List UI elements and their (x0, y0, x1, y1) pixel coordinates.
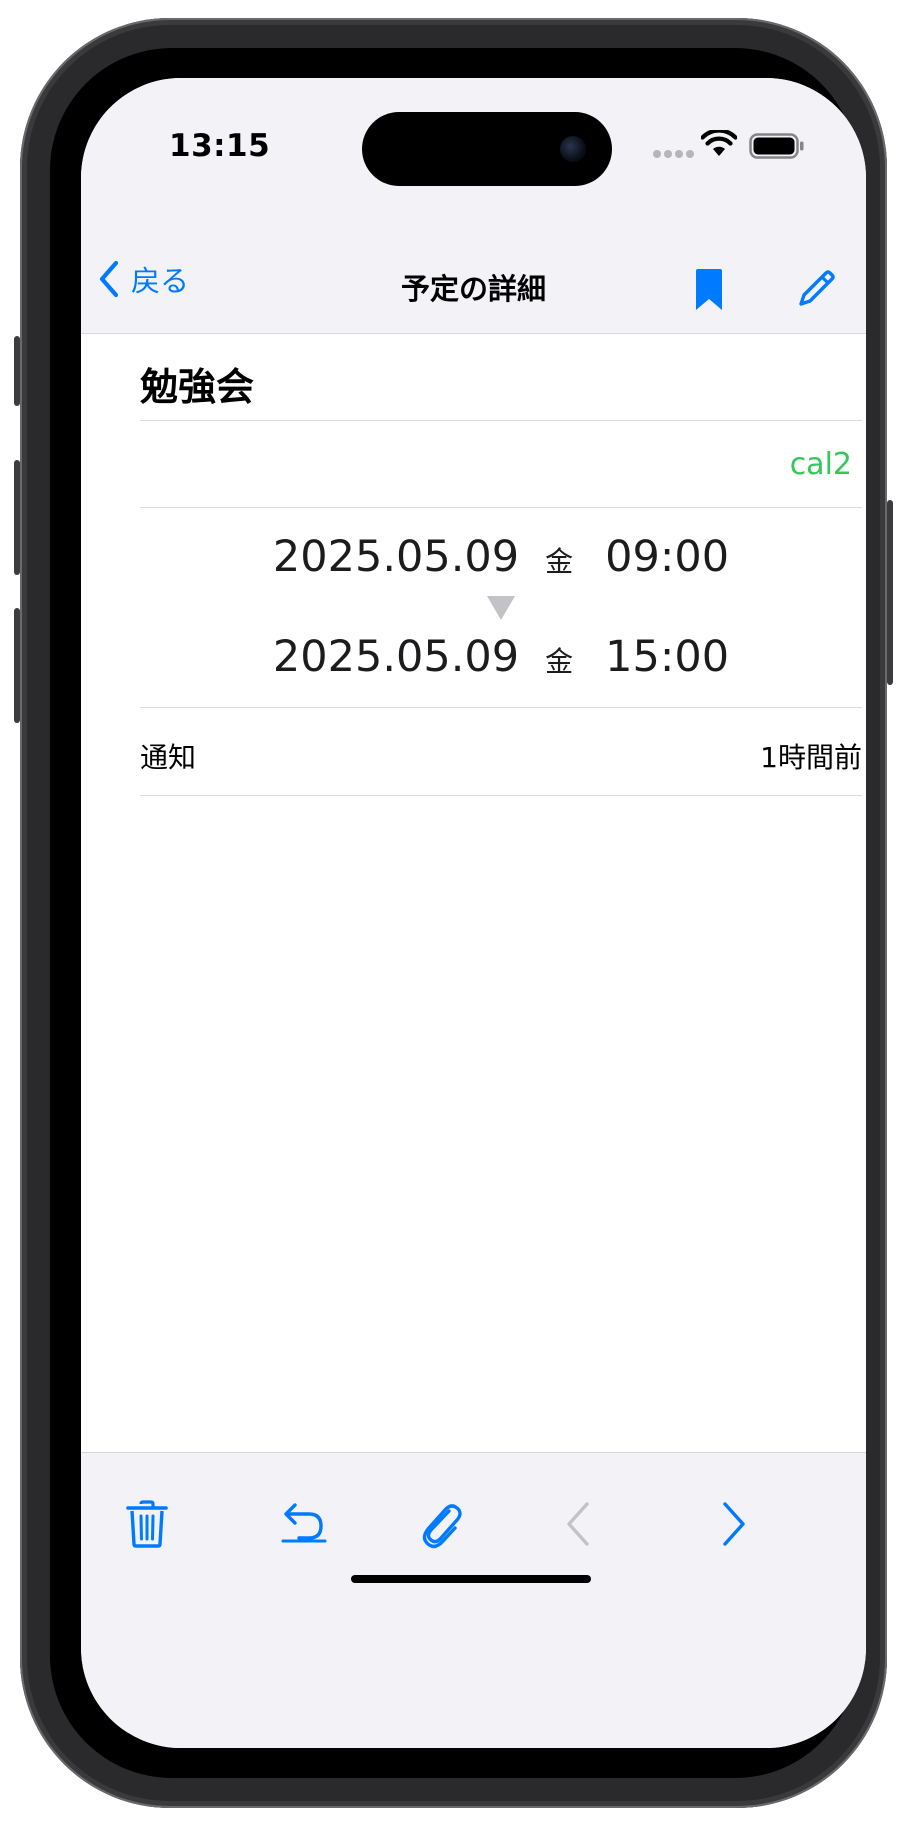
bottom-toolbar (81, 1452, 866, 1748)
next-button[interactable] (717, 1499, 751, 1553)
undo-button[interactable] (281, 1499, 327, 1549)
end-date: 2025.05.09 (272, 632, 520, 682)
camera-icon (560, 136, 586, 162)
action-button (14, 336, 20, 406)
notification-label: 通知 (140, 741, 197, 774)
wifi-icon (701, 130, 737, 156)
notification-value: 1時間前 (760, 741, 862, 774)
chevron-right-icon (723, 1502, 745, 1546)
arrow-down-icon (487, 596, 515, 620)
notification-row[interactable]: 通知 1時間前 (140, 708, 862, 796)
dynamic-island (362, 112, 612, 186)
edit-button[interactable] (797, 268, 837, 312)
start-date: 2025.05.09 (272, 532, 520, 582)
trash-icon (126, 1500, 168, 1548)
delete-button[interactable] (125, 1499, 169, 1553)
start-weekday: 金 (545, 545, 574, 578)
status-time: 13:15 (169, 128, 271, 164)
power-button (887, 500, 893, 685)
volume-down-button (14, 608, 20, 723)
calendar-name: cal2 (789, 447, 852, 482)
title-row: 勉強会 (140, 334, 862, 421)
bookmark-button[interactable] (694, 268, 724, 316)
start-datetime: 2025.05.09 金 09:00 (140, 532, 862, 582)
home-indicator[interactable] (351, 1575, 591, 1583)
page-title: 予定の詳細 (400, 272, 546, 306)
screen: 13:15 戻る 予定の詳細 勉強会 cal2 2025.05.09 金 09:… (81, 78, 866, 1748)
start-time: 09:00 (605, 532, 730, 582)
attach-button[interactable] (419, 1499, 465, 1553)
end-weekday: 金 (545, 645, 574, 678)
paperclip-icon (422, 1504, 462, 1549)
bookmark-icon (696, 269, 722, 310)
pencil-icon (799, 270, 835, 306)
status-bar: 13:15 (81, 78, 866, 226)
navigation-bar: 戻る 予定の詳細 (81, 226, 866, 334)
device-frame: 13:15 戻る 予定の詳細 勉強会 cal2 2025.05.09 金 09:… (14, 18, 893, 1808)
bezel: 13:15 戻る 予定の詳細 勉強会 cal2 2025.05.09 金 09:… (50, 48, 866, 1778)
event-title: 勉強会 (140, 365, 255, 409)
volume-up-button (14, 460, 20, 575)
cellular-signal-icon (653, 150, 694, 158)
end-datetime: 2025.05.09 金 15:00 (140, 632, 862, 682)
chevron-left-icon (567, 1502, 589, 1546)
previous-button[interactable] (561, 1499, 595, 1553)
battery-icon (749, 133, 804, 159)
end-time: 15:00 (605, 632, 730, 682)
calendar-row: cal2 (140, 421, 862, 508)
datetime-row: 2025.05.09 金 09:00 2025.05.09 金 15:00 (140, 508, 862, 708)
undo-icon (281, 1503, 327, 1543)
